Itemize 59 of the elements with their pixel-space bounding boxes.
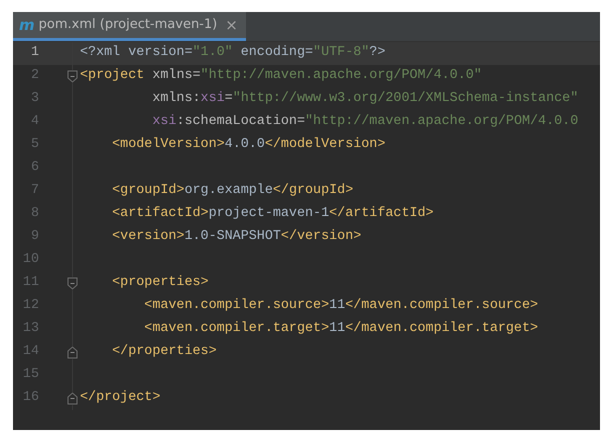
code-token: <groupId>: [111, 183, 184, 198]
line-number: 7: [30, 182, 39, 200]
code-token: </maven.compiler.source>: [345, 298, 538, 314]
code-token: <modelVersion>: [111, 137, 225, 152]
code-token: 4.0.0: [224, 137, 265, 152]
code-token: =: [224, 91, 233, 106]
maven-icon: m: [19, 14, 35, 36]
line-number: 2: [30, 67, 39, 86]
code-token: <properties>: [111, 275, 209, 290]
line-number: 6: [30, 159, 39, 178]
line-number: 11: [22, 274, 39, 292]
code-token: project-maven-1: [208, 206, 330, 222]
code-token: org.example: [184, 183, 273, 198]
code-token: </properties>: [111, 344, 217, 360]
code-token: <maven.compiler.target>: [143, 321, 330, 336]
code-token: "http://maven.apache.org/POM/4.0.0": [200, 68, 482, 84]
line-number: 15: [22, 366, 39, 384]
code-token: ?>: [369, 45, 386, 60]
fold-collapse-icon[interactable]: [67, 277, 78, 290]
code-token: "http://maven.apache.org/POM/4.0.0: [305, 114, 578, 130]
code-token: </maven.compiler.target>: [345, 321, 538, 336]
code-token: 11: [329, 298, 346, 314]
line-number: 10: [22, 251, 39, 270]
code-token: </artifactId>: [329, 206, 434, 222]
code-token: </modelVersion>: [264, 137, 386, 152]
code-token: 11: [329, 321, 346, 336]
code-token: </groupId>: [272, 183, 354, 198]
line-number: 13: [22, 320, 39, 338]
code-token: <?xml version=: [80, 45, 192, 60]
code-token: <artifactId>: [111, 206, 209, 222]
code-token: <project: [80, 68, 144, 84]
code-token: 1.0-SNAPSHOT: [184, 229, 281, 244]
line-number: 5: [30, 136, 39, 154]
fold-end-icon[interactable]: [67, 346, 78, 359]
code-token: xsi: [200, 91, 225, 106]
line-number: 4: [30, 113, 39, 132]
line-number: 14: [22, 343, 39, 362]
line-number: 1: [30, 44, 39, 62]
close-icon[interactable]: ×: [225, 14, 238, 36]
code-token: "http://www.w3.org/2001/XMLSchema-instance": [232, 91, 578, 106]
line-number: 8: [30, 205, 39, 224]
code-token: :schemaLocation=: [176, 114, 306, 130]
code-token: "1.0": [192, 45, 233, 60]
line-number: 16: [22, 389, 39, 408]
code-token: xsi: [151, 114, 176, 130]
code-token: <version>: [111, 229, 184, 244]
code-token: xmlns:: [151, 91, 201, 106]
fold-collapse-icon[interactable]: [67, 70, 78, 83]
line-number: 12: [22, 297, 39, 316]
code-token: encoding=: [240, 45, 314, 60]
editor-tab[interactable]: m pom.xml (project-maven-1) ×: [13, 12, 246, 41]
line-number: 3: [30, 90, 39, 108]
code-token: </project>: [80, 390, 160, 406]
code-token: "UTF-8": [313, 45, 370, 60]
line-number: 9: [30, 228, 39, 246]
code-token: </version>: [280, 229, 362, 244]
code-token: <maven.compiler.source>: [143, 298, 330, 314]
fold-end-icon[interactable]: [67, 392, 78, 405]
code-token: xmlns=: [151, 68, 201, 84]
